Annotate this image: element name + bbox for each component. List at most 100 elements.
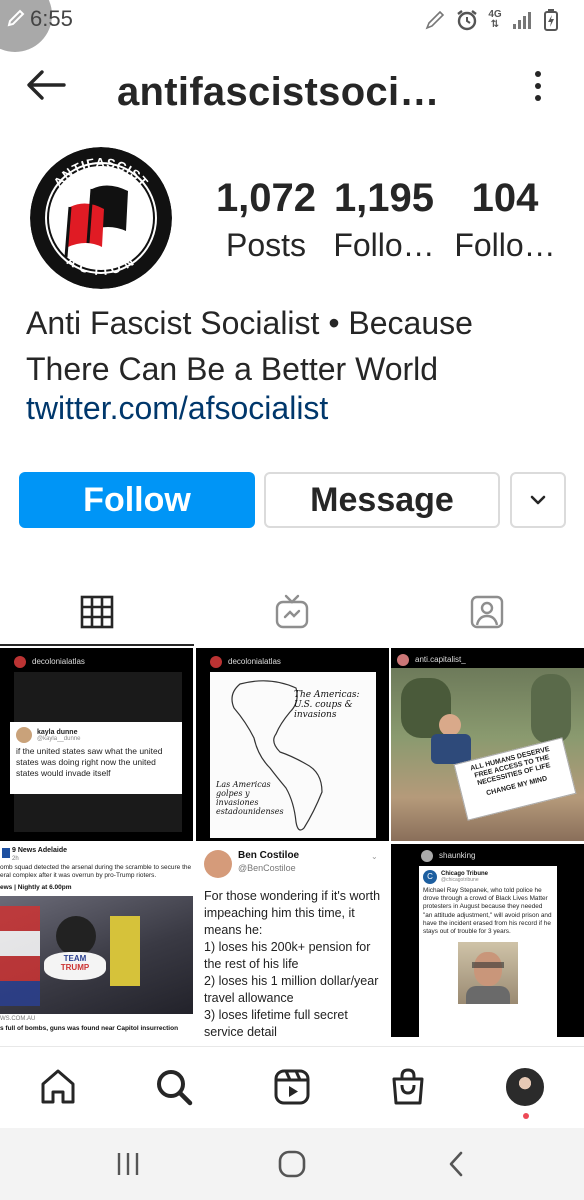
stat-posts[interactable]: 1,072 Posts <box>206 176 326 264</box>
status-time: 6:55 <box>30 6 73 31</box>
account-avatar <box>397 654 409 666</box>
news-source: WS.COM.AU <box>0 1016 36 1022</box>
posts-label: Posts <box>225 227 307 263</box>
suggested-accounts-button[interactable] <box>510 472 566 528</box>
tab-igtv[interactable] <box>195 580 389 644</box>
post-time: 2h <box>12 856 19 862</box>
chevron-down-icon: ⌄ <box>371 852 378 861</box>
map-subtitle: Las Americas golpes y invasiones estadou… <box>216 780 284 816</box>
tweet-body: For those wondering if it's worth impeac… <box>204 888 384 1037</box>
profile-tabs <box>0 580 584 646</box>
back-chevron-icon <box>449 1151 463 1177</box>
tab-grid[interactable] <box>0 580 194 646</box>
igtv-icon <box>275 594 309 629</box>
post-thumbnail[interactable]: Ben Costiloe @BenCostiloe ⌄ For those wo… <box>196 844 389 1037</box>
nav-shop[interactable] <box>386 1065 430 1109</box>
source-handle: @chicagotribune <box>441 877 479 883</box>
edit-icon <box>7 9 25 27</box>
back-button[interactable] <box>24 65 68 105</box>
news-card: C Chicago Tribune @chicagotribune Michae… <box>419 866 557 1037</box>
tagged-icon <box>470 595 504 629</box>
alarm-icon <box>457 10 477 31</box>
nav-home[interactable] <box>36 1065 80 1109</box>
post-thumbnail[interactable]: anti.capitalist_ ALL HUMANS DESERVE FREE… <box>391 648 584 841</box>
bio-link[interactable]: twitter.com/afsocialist <box>26 390 328 427</box>
news-logo <box>2 848 10 858</box>
post-account-name: decolonialatlas <box>228 657 281 666</box>
tweet-line-3: 3) loses lifetime full secret service de… <box>204 1008 348 1037</box>
news-caption: s full of bombs, guns was found near Cap… <box>0 1025 179 1032</box>
map-title: The Americas: U.S. coups & invasions <box>294 690 360 720</box>
account-avatar <box>421 850 433 862</box>
recents-button[interactable] <box>108 1146 148 1182</box>
bio-line-2: There Can Be a Better World <box>26 351 439 387</box>
nav-profile[interactable] <box>503 1065 547 1109</box>
recents-icon <box>117 1153 139 1175</box>
home-system-button[interactable] <box>272 1146 312 1182</box>
antifascist-action-logo: ANTIFASCIST ACTION <box>30 147 172 289</box>
posts-grid: decolonialatlas kayla dunne @kayla__dunn… <box>0 648 584 1044</box>
tweet-avatar <box>204 850 232 878</box>
tweet-text: For those wondering if it's worth impeac… <box>204 889 381 937</box>
back-system-button[interactable] <box>436 1146 476 1182</box>
posts-count: 1,072 <box>215 176 317 220</box>
notification-dot <box>523 1113 529 1119</box>
mugshot-photo <box>458 942 518 1005</box>
news-photo: TEAM TRUMP <box>0 896 193 1014</box>
map-image: The Americas: U.S. coups & invasions Las… <box>210 672 376 838</box>
following-label: Follo… <box>454 227 556 263</box>
post-account-name: 9 News Adelaide <box>12 847 67 854</box>
system-navigation-bar <box>0 1128 584 1200</box>
bio-line-1: Anti Fascist Socialist • Because <box>26 305 473 341</box>
nav-search[interactable] <box>152 1065 196 1109</box>
tweet-handle: @kayla__dunne <box>37 735 81 742</box>
meme-sign: ALL HUMANS DESERVE FREE ACCESS TO THE NE… <box>453 737 577 821</box>
followers-count: 1,195 <box>333 176 435 220</box>
news-text: Michael Ray Stepanek, who told police he… <box>423 887 552 936</box>
account-avatar <box>210 656 222 668</box>
status-bar: 6:55 4G ⇅ <box>0 0 584 52</box>
bottom-navigation <box>0 1046 584 1128</box>
username-title: antifascistsoci… <box>117 70 440 114</box>
post-thumbnail[interactable]: decolonialatlas The Americas: U.S. coups… <box>196 648 389 841</box>
chevron-down-icon <box>530 495 546 505</box>
home-icon <box>41 1069 75 1104</box>
news-bar: ews | Nightly at 6.00pm <box>0 884 72 891</box>
active-tab-indicator <box>0 644 194 646</box>
status-icons: 4G ⇅ <box>424 8 558 32</box>
post-account-name: decolonialatlas <box>32 657 85 666</box>
tweet-handle: @BenCostiloe <box>238 863 296 873</box>
profile-avatar[interactable]: ANTIFASCIST ACTION <box>30 147 172 289</box>
post-thumbnail[interactable]: 9 News Adelaide 2h omb squad detected th… <box>0 844 193 1037</box>
stat-followers[interactable]: 1,195 Follo… <box>326 176 442 264</box>
vertical-dots-icon <box>535 71 541 101</box>
tweet-line-2: 2) loses his 1 million dollar/year trave… <box>204 974 379 1005</box>
following-count: 104 <box>471 176 539 220</box>
profile-header: antifascistsoci… <box>0 55 584 115</box>
tweet-line-1: 1) loses his 200k+ pension for the rest … <box>204 940 371 971</box>
profile-bio: Anti Fascist Socialist • Because There C… <box>26 300 566 392</box>
meme-photo: ALL HUMANS DESERVE FREE ACCESS TO THE NE… <box>391 668 584 841</box>
tweet-card: kayla dunne @kayla__dunne if the united … <box>10 722 182 794</box>
more-options-button[interactable] <box>530 69 546 103</box>
tab-tagged[interactable] <box>390 580 584 644</box>
post-text: omb squad detected the arsenal during th… <box>0 864 192 879</box>
reels-icon <box>274 1069 310 1105</box>
hat-text-2: TRUMP <box>60 963 90 972</box>
tweet-name: kayla dunne <box>37 728 78 736</box>
post-account-name: shaunking <box>439 851 476 860</box>
post-account-name: anti.capitalist_ <box>415 655 466 664</box>
profile-avatar-icon <box>504 1066 546 1108</box>
arrow-left-icon <box>27 70 66 100</box>
nav-reels[interactable] <box>270 1065 314 1109</box>
follow-button[interactable]: Follow <box>19 472 255 528</box>
tribune-logo: C <box>423 870 437 884</box>
post-thumbnail[interactable]: decolonialatlas kayla dunne @kayla__dunn… <box>0 648 193 841</box>
message-button[interactable]: Message <box>264 472 500 528</box>
stat-following[interactable]: 104 Follo… <box>452 176 558 264</box>
tweet-name: Ben Costiloe <box>238 850 300 861</box>
post-thumbnail[interactable]: shaunking C Chicago Tribune @chicagotrib… <box>391 844 584 1037</box>
grid-icon <box>80 595 114 629</box>
home-circle-icon <box>278 1150 306 1178</box>
account-avatar <box>14 656 26 668</box>
